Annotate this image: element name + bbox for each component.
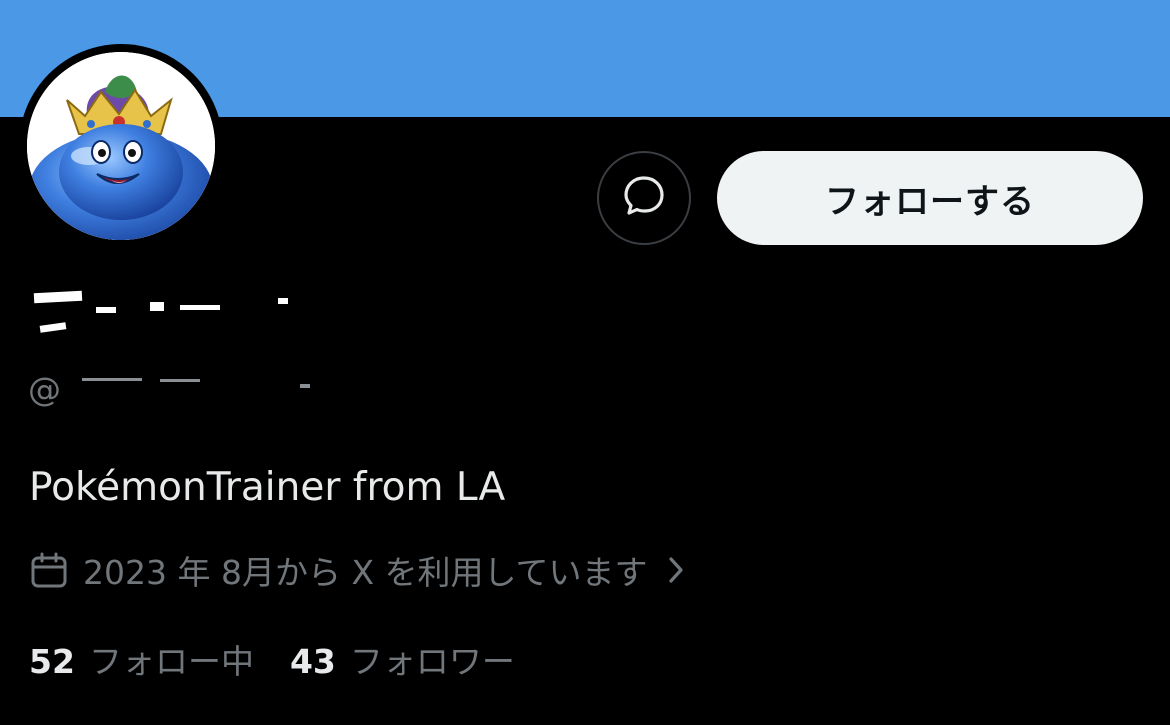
- joined-text: 2023 年 8月から X を利用しています: [83, 553, 648, 592]
- followers-label[interactable]: フォロワー: [350, 635, 515, 683]
- following-label[interactable]: フォロー中: [89, 635, 254, 683]
- avatar[interactable]: [19, 44, 223, 248]
- handle-prefix: @: [28, 370, 61, 409]
- joined-date[interactable]: 2023 年 8月から X を利用しています: [29, 548, 690, 592]
- followers-count[interactable]: 43: [290, 642, 336, 681]
- avatar-image: [27, 52, 215, 240]
- message-bubble-icon: [621, 173, 667, 223]
- handle: @: [28, 370, 61, 409]
- chevron-right-icon: [662, 553, 690, 587]
- message-button[interactable]: [597, 151, 691, 245]
- calendar-icon: [29, 550, 69, 590]
- bio: PokémonTrainer from LA: [29, 465, 506, 510]
- follow-stats: 52 フォロー中 43 フォロワー: [29, 635, 515, 683]
- following-count[interactable]: 52: [29, 642, 75, 681]
- follow-button[interactable]: フォローする: [717, 151, 1143, 245]
